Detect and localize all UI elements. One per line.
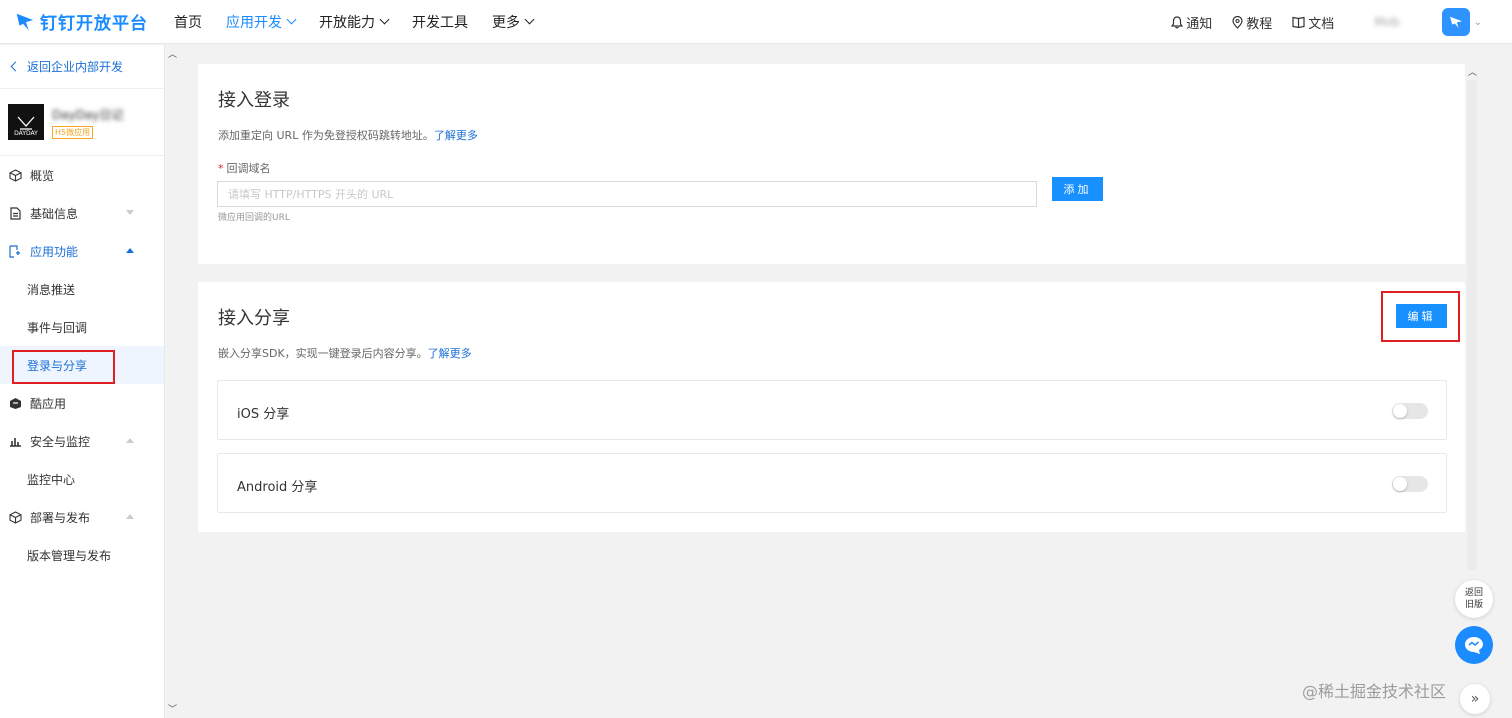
docs-link[interactable]: 文档: [1292, 13, 1334, 32]
callback-domain-label: * 回调域名: [218, 162, 271, 175]
caret-up-icon: [126, 248, 134, 253]
chevron-down-icon: [524, 14, 535, 25]
dingtalk-bird-icon: [1449, 16, 1462, 28]
document-icon: [8, 206, 22, 220]
dayday-logo-mark: [17, 116, 35, 130]
android-share-label: Android 分享: [237, 480, 318, 495]
ios-share-row: iOS 分享: [217, 380, 1447, 440]
sidebar-item-app-function[interactable]: 应用功能: [0, 232, 164, 270]
chat-assistant-button[interactable]: [1455, 626, 1493, 664]
top-navigation-bar: 钉钉开放平台 首页 应用开发 开放能力 开发工具 更多 通知 教程 文档 Mob…: [0, 0, 1512, 44]
nav-item-dev-tools[interactable]: 开发工具: [412, 12, 468, 32]
chat-bubble-icon: [1465, 637, 1483, 654]
notify-link[interactable]: 通知: [1171, 13, 1212, 32]
caret-up-icon: [126, 514, 134, 519]
chevron-down-icon: [286, 14, 297, 25]
section-title: 接入分享: [218, 308, 290, 329]
sidebar-item-overview[interactable]: 概览: [0, 156, 164, 194]
toggle-knob: [1393, 477, 1407, 491]
bar-chart-icon: [8, 434, 22, 448]
toggle-knob: [1393, 404, 1407, 418]
highlight-box: [1381, 291, 1460, 342]
login-section: 接入登录 添加重定向 URL 作为免登授权码跳转地址。了解更多 *回调域名 微应…: [198, 64, 1465, 264]
bell-icon: [1171, 15, 1184, 28]
ios-share-label: iOS 分享: [237, 407, 290, 422]
section-description: 添加重定向 URL 作为免登授权码跳转地址。了解更多: [218, 129, 478, 142]
android-share-row: Android 分享: [217, 453, 1447, 513]
location-pin-icon: [1232, 15, 1243, 29]
sidebar-item-deploy-publish[interactable]: 部署与发布: [0, 498, 164, 536]
android-share-toggle[interactable]: [1392, 476, 1428, 492]
app-card: DAYDAY DayDay日记 H5微应用: [0, 89, 164, 156]
scroll-up-arrow[interactable]: ︿: [168, 47, 177, 60]
caret-up-icon: [126, 438, 134, 443]
sidebar-item-message-push[interactable]: 消息推送: [0, 270, 164, 308]
required-mark: *: [218, 162, 224, 175]
caret-down-icon: [126, 210, 134, 215]
chevron-down-icon: [379, 14, 390, 25]
nav-item-open-capability[interactable]: 开放能力: [319, 12, 390, 32]
sidebar-item-monitoring-center[interactable]: 监控中心: [0, 460, 164, 498]
sidebar-item-version-management[interactable]: 版本管理与发布: [0, 536, 164, 574]
app-type-badge: H5微应用: [52, 125, 94, 139]
scroll-down-arrow[interactable]: ﹀: [168, 702, 177, 715]
dingtalk-bird-icon: [16, 13, 34, 30]
dingtalk-logo[interactable]: 钉钉开放平台: [14, 9, 164, 34]
chevron-left-icon: [10, 61, 21, 72]
learn-more-link[interactable]: 了解更多: [428, 347, 472, 360]
nav-item-more[interactable]: 更多: [492, 12, 535, 32]
section-description: 嵌入分享SDK，实现一键登录后内容分享。了解更多: [218, 347, 472, 360]
main-nav: 首页 应用开发 开放能力 开发工具 更多: [174, 12, 557, 32]
share-section: 接入分享 嵌入分享SDK，实现一键登录后内容分享。了解更多 编辑 iOS 分享 …: [198, 282, 1465, 532]
watermark: @稀土掘金技术社区: [1302, 682, 1447, 701]
app-name: DayDay日记: [52, 107, 124, 122]
back-to-internal-dev-link[interactable]: 返回企业内部开发: [0, 45, 164, 89]
tutorial-link[interactable]: 教程: [1232, 13, 1272, 32]
chevron-down-icon[interactable]: ⌄: [1474, 17, 1482, 28]
sidebar-item-cool-app[interactable]: 酷应用: [0, 384, 164, 422]
sidebar-item-events-callbacks[interactable]: 事件与回调: [0, 308, 164, 346]
main-scrollbar[interactable]: [1467, 80, 1477, 570]
callback-url-input[interactable]: [217, 181, 1037, 207]
field-help-text: 微应用回调的URL: [218, 213, 290, 223]
expand-button[interactable]: »: [1460, 684, 1490, 714]
ios-share-toggle[interactable]: [1392, 403, 1428, 419]
sidebar-item-basic-info[interactable]: 基础信息: [0, 194, 164, 232]
nav-item-home[interactable]: 首页: [174, 12, 202, 32]
box-icon: [8, 510, 22, 524]
learn-more-link[interactable]: 了解更多: [434, 129, 478, 142]
highlight-box: [12, 350, 115, 384]
sidebar-item-security-monitoring[interactable]: 安全与监控: [0, 422, 164, 460]
scroll-up-arrow[interactable]: ︿: [1468, 65, 1477, 78]
section-title: 接入登录: [218, 90, 290, 111]
nav-item-app-dev[interactable]: 应用开发: [226, 12, 297, 32]
book-icon: [1292, 16, 1305, 28]
back-to-old-version-button[interactable]: 返回旧版: [1455, 580, 1493, 618]
add-button[interactable]: 添加: [1052, 177, 1103, 201]
app-function-icon: [8, 244, 22, 258]
logo-text: 钉钉开放平台: [40, 14, 148, 34]
user-name[interactable]: Mob: [1374, 15, 1399, 29]
user-avatar[interactable]: [1441, 8, 1470, 36]
top-right-actions: 通知 教程 文档 Mob ⌄: [1171, 0, 1512, 44]
cube-icon: [8, 168, 22, 182]
cool-app-icon: [8, 396, 22, 410]
app-logo: DAYDAY: [8, 104, 44, 140]
